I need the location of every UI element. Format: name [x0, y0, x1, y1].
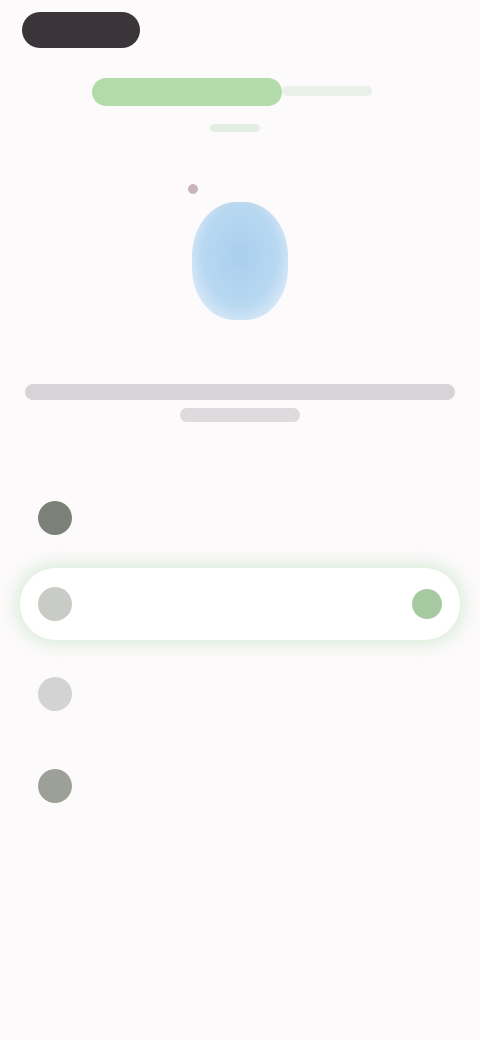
back-button[interactable]	[22, 12, 140, 48]
page-title	[100, 80, 280, 104]
title-underline	[282, 86, 372, 96]
option-item-4[interactable]	[20, 754, 460, 818]
indicator-dot	[188, 184, 198, 194]
option-item-1[interactable]	[20, 486, 460, 550]
description	[24, 384, 456, 422]
check-icon	[412, 589, 442, 619]
option-icon	[38, 501, 72, 535]
option-item-2-selected[interactable]	[20, 568, 460, 640]
screen	[0, 0, 480, 1040]
option-icon	[38, 769, 72, 803]
device-icon	[192, 202, 288, 320]
device-illustration	[178, 180, 302, 330]
option-item-3[interactable]	[20, 662, 460, 726]
subtitle	[210, 124, 260, 132]
description-line-2	[180, 408, 300, 422]
description-line-1	[25, 384, 455, 400]
option-icon	[38, 677, 72, 711]
option-icon	[38, 587, 72, 621]
